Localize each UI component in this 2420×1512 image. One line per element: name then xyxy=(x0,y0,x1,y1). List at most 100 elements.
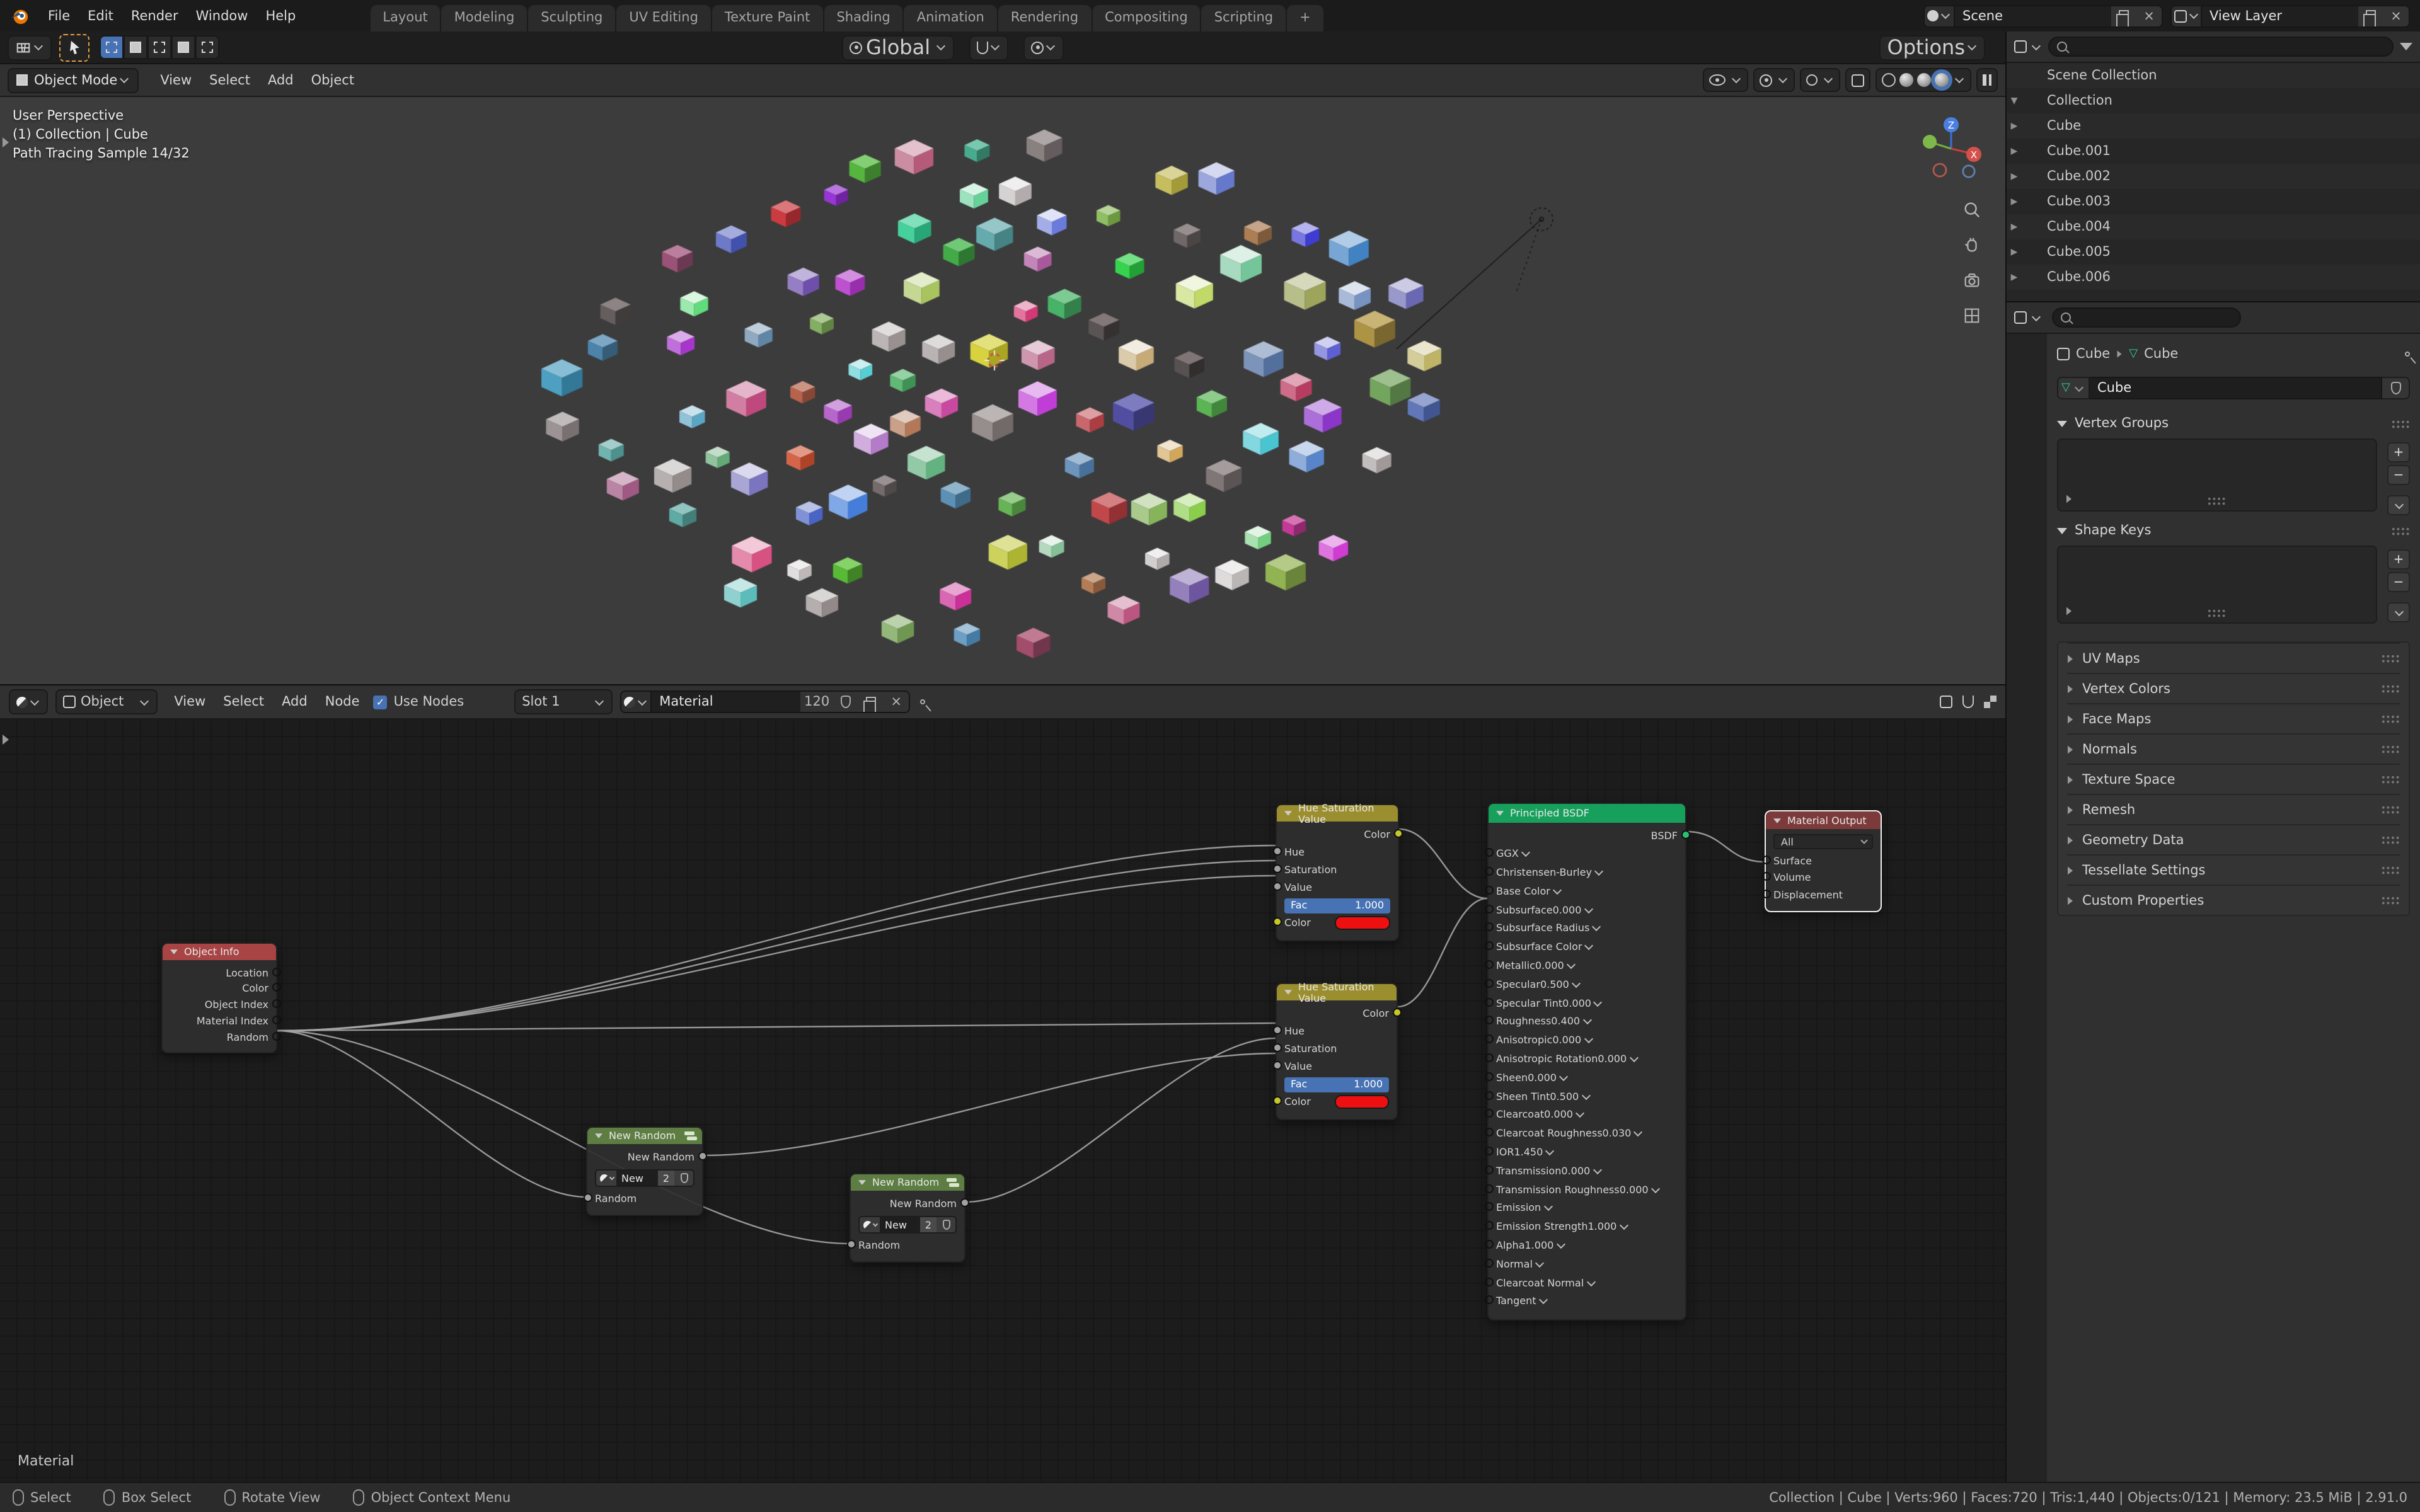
object-type-icon[interactable] xyxy=(2022,142,2042,160)
node-hsv-header[interactable]: Hue Saturation Value xyxy=(1277,805,1398,822)
viewport-sidebar-toggle[interactable] xyxy=(3,137,9,147)
output-socket[interactable] xyxy=(1393,828,1402,837)
xray-toggle[interactable] xyxy=(1845,68,1870,92)
workspace-tab[interactable]: Texture Paint xyxy=(712,5,823,32)
shader-menu-item[interactable]: Select xyxy=(214,690,273,713)
output-socket[interactable] xyxy=(272,983,280,992)
output-socket[interactable] xyxy=(272,999,280,1008)
node-hsv-1[interactable]: Hue Saturation Value Color HueSaturation… xyxy=(1276,804,1399,941)
outliner-row[interactable]: Scene Collection ▽ ✓ xyxy=(2007,63,2420,88)
output-socket[interactable] xyxy=(272,967,280,976)
menu-item[interactable]: Edit xyxy=(79,4,122,27)
input-socket[interactable] xyxy=(1484,1147,1493,1155)
outliner-row[interactable]: ▼ Collection ▽ ✓ xyxy=(2007,88,2420,113)
node-object-info[interactable]: Object Info Location Color xyxy=(161,942,277,1053)
hsv-output-row[interactable]: Color xyxy=(1284,1005,1389,1021)
panel-grip[interactable] xyxy=(2381,654,2400,663)
output-socket[interactable] xyxy=(698,1151,706,1160)
panel-grip[interactable] xyxy=(2381,866,2400,874)
group-output-row[interactable]: New Random xyxy=(858,1196,957,1211)
vertex-group-specials-button[interactable] xyxy=(2387,495,2410,515)
overlays-dropdown[interactable] xyxy=(1800,68,1840,92)
principled-row[interactable]: Clearcoat Roughness 0.030 xyxy=(1496,1126,1678,1142)
principled-row[interactable]: Emission xyxy=(1496,1201,1678,1216)
input-socket[interactable] xyxy=(583,1193,592,1201)
shader-type-dropdown[interactable]: Object xyxy=(55,689,158,714)
shape-key-remove-button[interactable]: − xyxy=(2387,572,2410,592)
list-expand-icon[interactable] xyxy=(2066,607,2071,616)
expand-icon[interactable]: ▶ xyxy=(2007,197,2022,207)
workspace-tab[interactable]: Compositing xyxy=(1092,5,1201,32)
panel-grip[interactable] xyxy=(2381,835,2400,844)
node-group-header[interactable]: New Random xyxy=(851,1174,964,1191)
properties-tab[interactable] xyxy=(2007,525,2047,556)
output-input-row[interactable]: Volume xyxy=(1773,870,1873,885)
properties-tab[interactable] xyxy=(2007,677,2047,707)
zoom-icon[interactable] xyxy=(1962,200,1981,219)
outliner-row[interactable]: ▶ Cube.004 ▽ ✓ xyxy=(2007,214,2420,239)
output-target-dropdown[interactable]: All xyxy=(1773,834,1873,849)
properties-tab[interactable] xyxy=(2007,737,2047,767)
input-socket[interactable] xyxy=(1484,1259,1493,1268)
expand-icon[interactable]: ▶ xyxy=(2007,146,2022,156)
principled-row[interactable]: GGX xyxy=(1496,847,1678,862)
viewport-canvas[interactable]: User Perspective (1) Collection | Cube P… xyxy=(0,97,2005,684)
outliner-item-label[interactable]: Cube.005 xyxy=(2047,244,2111,260)
hsv-color-input[interactable]: Color xyxy=(1284,1095,1389,1110)
view-layer-icon[interactable] xyxy=(2172,6,2202,26)
group-fake-user[interactable] xyxy=(936,1217,955,1232)
menu-item[interactable]: Render xyxy=(122,4,187,27)
pin-icon[interactable] xyxy=(920,699,925,704)
object-type-icon[interactable] xyxy=(2022,117,2042,135)
input-socket[interactable] xyxy=(1484,1240,1493,1249)
editor-type-viewport-button[interactable] xyxy=(8,35,52,60)
group-input-row[interactable]: Random xyxy=(595,1191,694,1206)
object-type-icon[interactable] xyxy=(2022,92,2042,110)
outliner-row[interactable]: ▶ Cube.006 ▽ ✓ xyxy=(2007,265,2420,290)
expand-icon[interactable]: ▼ xyxy=(2007,96,2022,106)
vertex-group-add-button[interactable]: + xyxy=(2387,442,2410,462)
node-hsv-header[interactable]: Hue Saturation Value xyxy=(1277,984,1397,1000)
shading-solid-button[interactable] xyxy=(1899,73,1913,87)
collapsed-panel-header[interactable]: Vertex Colors xyxy=(2067,673,2400,703)
view-layer-selector[interactable]: View Layer × xyxy=(2170,4,2410,27)
hsv-fac-slider[interactable]: Fac1.000 xyxy=(1284,1077,1389,1092)
principled-row[interactable]: Metallic 0.000 xyxy=(1496,958,1678,973)
outliner-search-input[interactable] xyxy=(2048,37,2394,57)
principled-row[interactable]: Christensen-Burley xyxy=(1496,865,1678,880)
properties-tab[interactable] xyxy=(2007,646,2047,677)
group-browse-icon[interactable] xyxy=(596,1171,616,1186)
node-sidebar-toggle[interactable] xyxy=(3,735,9,745)
material-name[interactable]: Material xyxy=(652,692,800,712)
shading-options-chevron[interactable] xyxy=(1955,74,1964,83)
pin-icon[interactable] xyxy=(2405,352,2410,357)
principled-row[interactable]: Specular Tint 0.000 xyxy=(1496,995,1678,1011)
workspace-tab[interactable]: Layout xyxy=(370,5,440,32)
material-browse-button[interactable] xyxy=(621,692,652,712)
input-socket[interactable] xyxy=(1484,886,1493,895)
outliner-row[interactable]: ▶ Cube.005 ▽ ✓ xyxy=(2007,239,2420,265)
principled-row[interactable]: Sheen 0.000 xyxy=(1496,1070,1678,1085)
node-principled-bsdf[interactable]: Principled BSDF BSDF GGX xyxy=(1487,803,1686,1320)
panel-vertex-groups-header[interactable]: Vertex Groups xyxy=(2057,412,2410,435)
panel-shape-keys-header[interactable]: Shape Keys xyxy=(2057,519,2410,542)
group-users[interactable]: 2 xyxy=(920,1217,936,1232)
snap-node-icon[interactable] xyxy=(1940,696,1952,708)
node-overlay-icon[interactable] xyxy=(1984,696,1997,708)
menu-item[interactable]: Window xyxy=(187,4,257,27)
collapsed-panel-header[interactable]: Geometry Data xyxy=(2067,824,2400,854)
outliner-item-label[interactable]: Collection xyxy=(2047,93,2112,108)
workspace-tab[interactable]: UV Editing xyxy=(616,5,711,32)
input-socket[interactable] xyxy=(1761,889,1770,898)
view-layer-copy-button[interactable] xyxy=(2358,6,2383,26)
output-input-row[interactable]: Displacement xyxy=(1773,887,1873,902)
object-type-icon[interactable] xyxy=(2022,168,2042,185)
viewport-menu-item[interactable]: Select xyxy=(200,69,259,91)
outliner-item-label[interactable]: Scene Collection xyxy=(2047,68,2157,83)
menu-item[interactable]: File xyxy=(39,4,79,27)
properties-tab[interactable] xyxy=(2007,556,2047,586)
outliner-row[interactable]: ▶ Cube.001 ▽ ✓ xyxy=(2007,139,2420,164)
input-socket[interactable] xyxy=(1484,979,1493,988)
output-socket[interactable] xyxy=(272,1031,280,1040)
menu-item[interactable]: Help xyxy=(256,4,304,27)
